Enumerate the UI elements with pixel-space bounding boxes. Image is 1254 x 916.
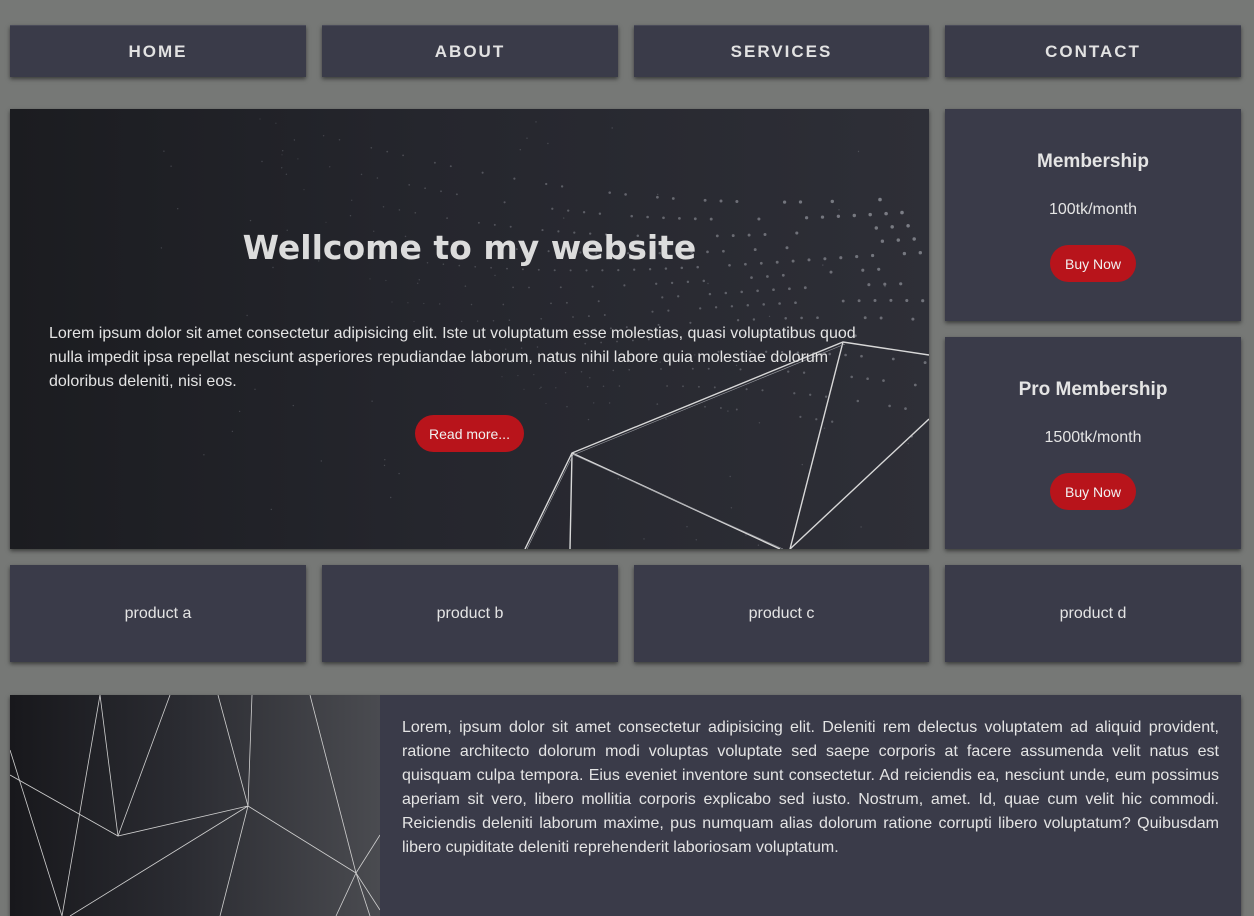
- hero-title: Wellcome to my website: [242, 228, 697, 267]
- membership-card: Membership 100tk/month Buy Now: [945, 109, 1241, 321]
- membership-price: 100tk/month: [1048, 201, 1138, 218]
- nav-contact-button[interactable]: CONTACT: [945, 25, 1241, 77]
- pro-membership-title: Pro Membership: [1018, 379, 1168, 400]
- membership-buy-button[interactable]: Buy Now: [1050, 245, 1136, 282]
- nav-home-button[interactable]: HOME: [10, 25, 306, 77]
- product-card-b[interactable]: product b: [322, 565, 618, 662]
- product-card-a[interactable]: product a: [10, 565, 306, 662]
- about-image: [10, 695, 380, 916]
- polygon-mesh-graphic: [10, 695, 380, 916]
- product-card-d[interactable]: product d: [945, 565, 1241, 662]
- read-more-button[interactable]: Read more...: [415, 415, 524, 452]
- pro-membership-price: 1500tk/month: [1044, 429, 1142, 446]
- about-section: Lorem, ipsum dolor sit amet consectetur …: [10, 695, 1241, 916]
- hero-section: Wellcome to my website Lorem ipsum dolor…: [10, 109, 929, 549]
- hero-description: Lorem ipsum dolor sit amet consectetur a…: [49, 325, 856, 390]
- pro-membership-buy-button[interactable]: Buy Now: [1050, 473, 1136, 510]
- product-card-c[interactable]: product c: [634, 565, 929, 662]
- nav-about-button[interactable]: ABOUT: [322, 25, 618, 77]
- pro-membership-card: Pro Membership 1500tk/month Buy Now: [945, 337, 1241, 549]
- nav-services-button[interactable]: SERVICES: [634, 25, 929, 77]
- membership-title: Membership: [1037, 151, 1149, 172]
- about-text: Lorem, ipsum dolor sit amet consectetur …: [402, 719, 1219, 856]
